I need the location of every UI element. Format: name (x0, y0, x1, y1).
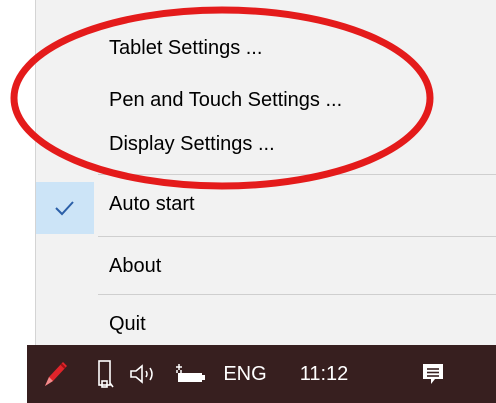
menu-item-quit[interactable]: Quit (36, 298, 496, 350)
tray-context-menu: Tablet Settings ... Pen and Touch Settin… (35, 0, 496, 345)
notification-icon[interactable] (415, 345, 451, 403)
language-indicator[interactable]: ENG (217, 345, 273, 403)
menu-item-about[interactable]: About (36, 240, 496, 292)
clock[interactable]: 11:12 (289, 345, 359, 403)
menu-item-label: About (109, 255, 162, 277)
menu-separator (98, 294, 496, 295)
speaker-icon[interactable] (125, 345, 161, 403)
windows-taskbar: ENG 11:12 (27, 345, 496, 403)
menu-item-label: Quit (109, 313, 146, 335)
menu-item-label: Display Settings ... (109, 133, 275, 155)
battery-icon[interactable] (169, 345, 209, 403)
menu-item-label: Tablet Settings ... (109, 37, 263, 59)
pen-tablet-icon[interactable] (35, 345, 75, 403)
menu-item-auto-start[interactable]: Auto start (36, 178, 496, 230)
usb-drive-icon[interactable] (91, 345, 119, 403)
menu-item-label: Auto start (109, 193, 195, 215)
menu-separator (98, 174, 496, 175)
menu-separator (98, 236, 496, 237)
menu-item-display-settings[interactable]: Display Settings ... (36, 118, 496, 170)
menu-item-tablet-settings[interactable]: Tablet Settings ... (36, 22, 496, 74)
